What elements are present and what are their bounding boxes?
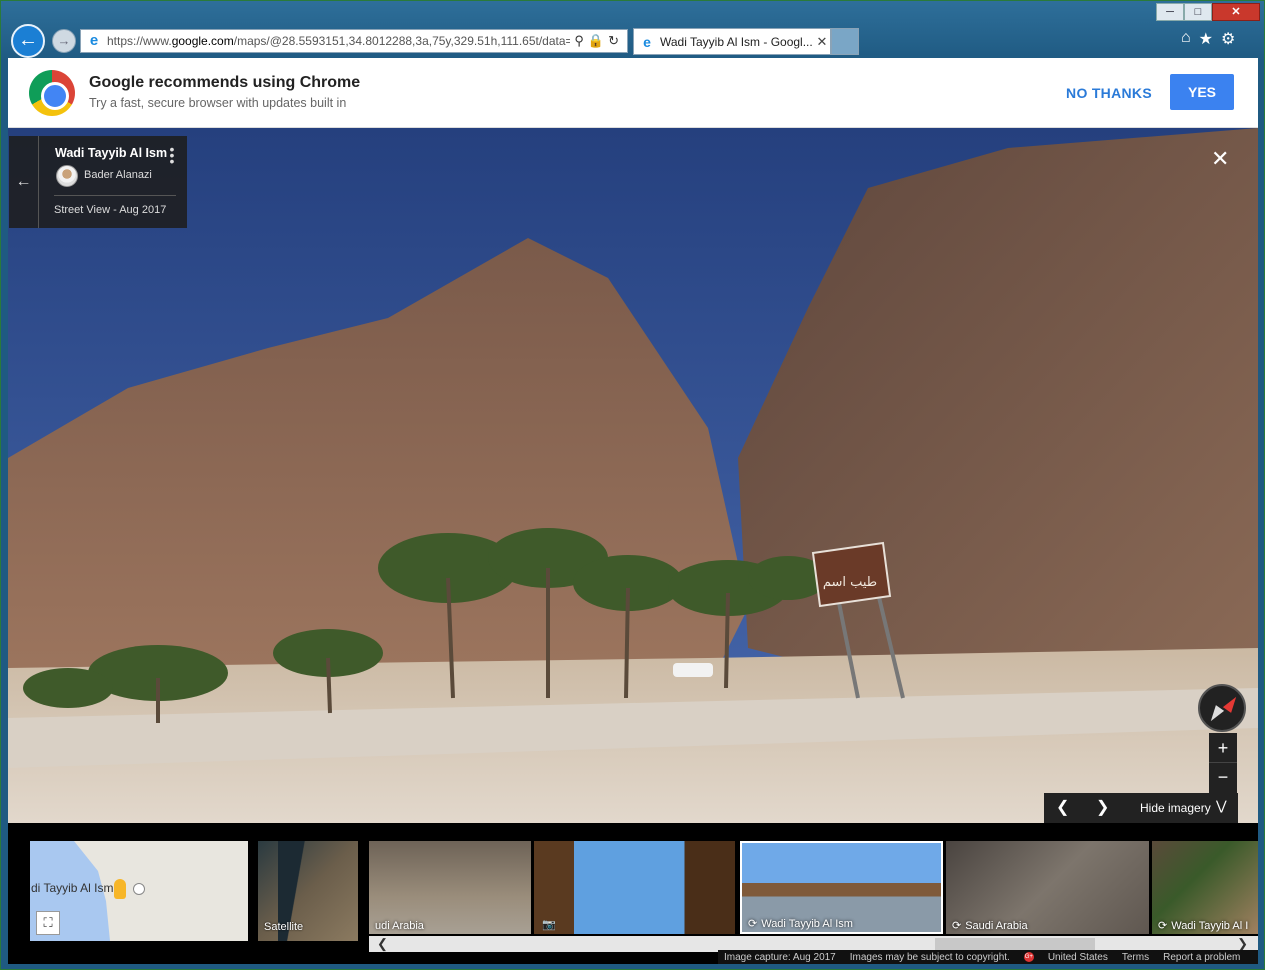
google-plus-badge[interactable]: G+ bbox=[1023, 952, 1034, 962]
ie-logo-icon: e bbox=[89, 32, 99, 49]
photo-thumbnail[interactable]: udi Arabia bbox=[369, 841, 531, 934]
forward-arrow-icon[interactable]: → bbox=[52, 29, 76, 53]
copyright-notice: Images may be subject to copyright. bbox=[849, 951, 1010, 963]
expand-icon[interactable]: ⛶ bbox=[36, 911, 60, 935]
url-domain: google.com bbox=[171, 34, 234, 48]
minimap[interactable]: di Tayyib Al Ism ⛶ bbox=[30, 841, 248, 941]
street-view-panorama[interactable]: طيب اسم ← Wadi Tayyib Al Ism • • • Bader A… bbox=[8, 128, 1258, 823]
url-path: /maps/@28.5593151,34.8012288,3a,75y,329.… bbox=[233, 34, 571, 48]
chevron-right-icon[interactable]: ❯ bbox=[1096, 797, 1109, 817]
parked-car bbox=[673, 663, 713, 677]
360-icon: ⟳ bbox=[748, 918, 758, 930]
banner-subtitle: Try a fast, secure browser with updates … bbox=[89, 96, 347, 110]
chevron-down-icon[interactable]: ⋁ bbox=[1216, 798, 1227, 814]
imagery-bar: ❮ ❯ Hide imagery ⋁ bbox=[1044, 793, 1238, 823]
photo-thumbnail[interactable]: ⟳ Saudi Arabia bbox=[946, 841, 1149, 934]
pegman-icon[interactable] bbox=[114, 879, 126, 899]
terms-link[interactable]: Terms bbox=[1122, 952, 1149, 963]
refresh-icon[interactable]: ↻ bbox=[608, 33, 623, 48]
url-text[interactable]: https://www.google.com/maps/@28.5593151,… bbox=[107, 34, 570, 48]
home-icon[interactable]: ⌂ bbox=[1181, 29, 1191, 49]
minimap-label: di Tayyib Al Ism bbox=[31, 881, 114, 895]
thumbnail-label: udi Arabia bbox=[375, 920, 424, 932]
chevron-left-icon[interactable]: ❮ bbox=[1056, 797, 1069, 817]
street-view-date: Street View - Aug 2017 bbox=[54, 204, 167, 216]
report-problem-link[interactable]: Report a problem bbox=[1163, 952, 1240, 963]
zoom-out-button[interactable]: − bbox=[1209, 763, 1237, 793]
close-window-button[interactable]: ✕ bbox=[1212, 3, 1260, 21]
satellite-toggle[interactable]: Satellite bbox=[258, 841, 358, 941]
address-tools[interactable]: ⚲🔒↻ bbox=[570, 33, 627, 49]
thumbnail-label-text: Wadi Tayyib Al I bbox=[1171, 920, 1249, 932]
more-options-icon[interactable]: • • • bbox=[167, 142, 177, 168]
imagery-strip: di Tayyib Al Ism ⛶ Satellite udi Arabia … bbox=[8, 823, 1258, 964]
browser-window: ─ □ ✕ ← → e https://www.google.com/maps/… bbox=[0, 0, 1265, 970]
chrome-logo-icon bbox=[29, 70, 75, 116]
compass-icon[interactable] bbox=[1198, 684, 1246, 732]
region-link[interactable]: United States bbox=[1048, 952, 1108, 963]
new-tab-button[interactable] bbox=[831, 28, 859, 55]
search-icon[interactable]: ⚲ bbox=[574, 33, 588, 48]
place-info-card: ← Wadi Tayyib Al Ism • • • Bader Alanazi S… bbox=[9, 136, 187, 228]
back-arrow-icon[interactable]: ← bbox=[11, 24, 45, 58]
divider bbox=[54, 195, 176, 196]
avatar[interactable] bbox=[56, 165, 78, 187]
thumbnail-label-text: Wadi Tayyib Al Ism bbox=[761, 918, 853, 930]
star-icon[interactable]: ★ bbox=[1199, 29, 1213, 49]
hide-imagery-button[interactable]: Hide imagery bbox=[1140, 801, 1211, 815]
place-title: Wadi Tayyib Al Ism bbox=[55, 146, 168, 160]
maximize-button[interactable]: □ bbox=[1184, 3, 1212, 21]
satellite-label: Satellite bbox=[264, 921, 304, 933]
360-icon: ⟳ bbox=[952, 920, 962, 932]
thumbnail-label: ⟳ Wadi Tayyib Al I bbox=[1158, 919, 1248, 932]
author-name[interactable]: Bader Alanazi bbox=[84, 169, 152, 181]
tab-active[interactable]: e Wadi Tayyib Al Ism - Googl... ✕ bbox=[633, 28, 831, 55]
360-icon: ⟳ bbox=[1158, 920, 1168, 932]
chevron-left-icon[interactable]: ❮ bbox=[377, 936, 388, 952]
photo-thumbnail[interactable]: ⟳ Wadi Tayyib Al I bbox=[1152, 841, 1258, 934]
thumbnail-label: ⟳ Wadi Tayyib Al Ism bbox=[748, 917, 853, 930]
browser-toolbar-right: ⌂ ★ ⚙ bbox=[1181, 29, 1235, 49]
tab-title: Wadi Tayyib Al Ism - Googl... bbox=[660, 34, 813, 49]
camera-icon: 📷 bbox=[542, 919, 556, 931]
no-thanks-button[interactable]: NO THANKS bbox=[1054, 75, 1164, 111]
minimize-button[interactable]: ─ bbox=[1156, 3, 1184, 21]
lock-icon[interactable]: 🔒 bbox=[588, 33, 608, 48]
banner-title: Google recommends using Chrome bbox=[89, 74, 361, 91]
image-capture-date: Image capture: Aug 2017 bbox=[724, 951, 836, 963]
photo-thumbnail-selected[interactable]: ⟳ Wadi Tayyib Al Ism bbox=[740, 841, 943, 934]
back-arrow-icon[interactable]: ← bbox=[9, 136, 39, 228]
title-bar: ─ □ ✕ ← → e https://www.google.com/maps/… bbox=[1, 1, 1264, 59]
map-footer: Image capture: Aug 2017 Images may be su… bbox=[718, 950, 1258, 964]
zoom-in-button[interactable]: + bbox=[1209, 733, 1237, 763]
close-tab-icon[interactable]: ✕ bbox=[814, 34, 830, 50]
gear-icon[interactable]: ⚙ bbox=[1221, 29, 1235, 49]
sign-text: طيب اسم bbox=[823, 575, 877, 590]
url-prefix: https://www. bbox=[107, 34, 172, 48]
panorama-scene: طيب اسم bbox=[8, 128, 1258, 823]
thumbnail-label: ⟳ Saudi Arabia bbox=[952, 919, 1028, 932]
close-icon[interactable]: ✕ bbox=[1211, 146, 1229, 172]
location-pin-icon bbox=[133, 883, 145, 895]
photo-thumbnail[interactable]: 📷 bbox=[534, 841, 735, 934]
thumbnail-label-text: Saudi Arabia bbox=[965, 920, 1028, 932]
chrome-banner: Google recommends using Chrome Try a fas… bbox=[8, 58, 1258, 128]
ie-tab-icon: e bbox=[643, 33, 651, 50]
scrollbar-thumb[interactable] bbox=[935, 938, 1095, 950]
compass-north-needle bbox=[1222, 694, 1241, 713]
page-content: Google recommends using Chrome Try a fas… bbox=[8, 58, 1258, 964]
compass-south-needle bbox=[1206, 705, 1225, 724]
address-bar[interactable]: e https://www.google.com/maps/@28.559315… bbox=[80, 29, 628, 53]
yes-button[interactable]: YES bbox=[1170, 74, 1234, 110]
